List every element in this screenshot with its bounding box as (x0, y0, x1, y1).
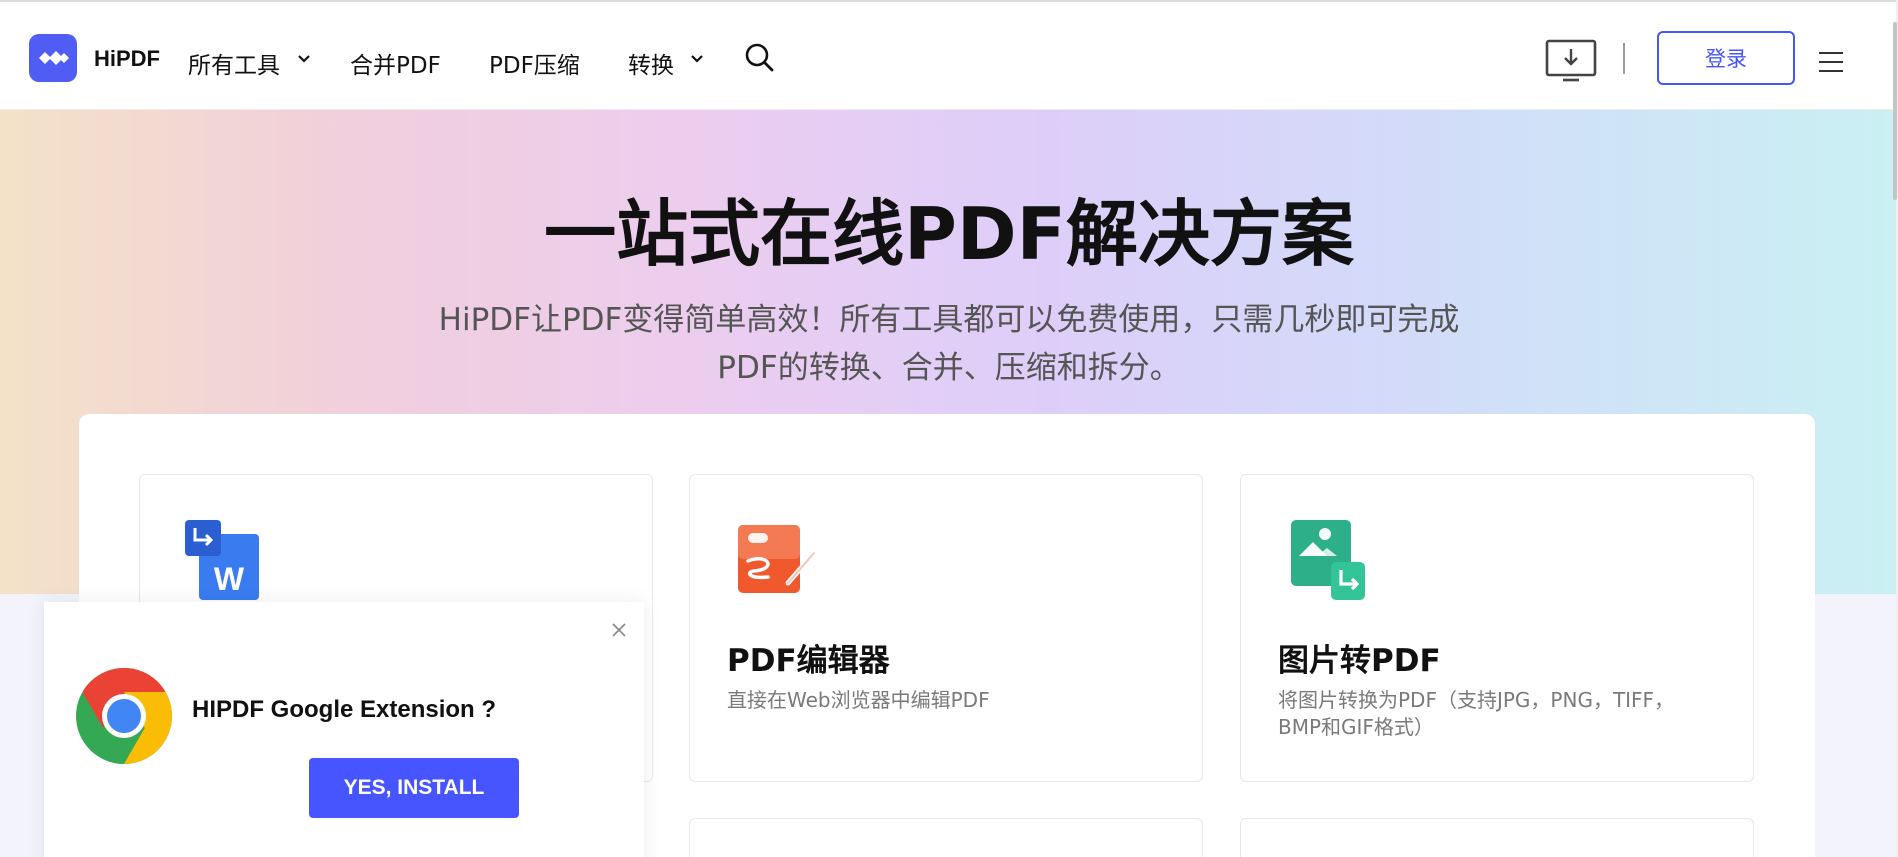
login-button[interactable]: 登录 (1657, 31, 1795, 85)
nav-merge-pdf[interactable]: 合并PDF (350, 46, 441, 80)
tool-card-image-to-pdf[interactable]: 图片转PDF 将图片转换为PDF（支持JPG，PNG，TIFF， BMP和GIF… (1240, 474, 1754, 782)
chevron-down-icon[interactable] (297, 54, 311, 64)
top-navbar: HiPDF 所有工具 合并PDF PDF压缩 转换 登录 (0, 0, 1898, 110)
tool-card[interactable] (1240, 818, 1754, 857)
search-icon[interactable] (744, 42, 776, 74)
desktop-download-icon[interactable] (1545, 39, 1597, 83)
tool-card-description: 将图片转换为PDF（支持JPG，PNG，TIFF， BMP和GIF格式） (1278, 687, 1718, 741)
hero-subtitle-line-1: HiPDF让PDF变得简单高效！所有工具都可以免费使用，只需几秒即可完成 (438, 302, 1460, 338)
nav-compress-pdf[interactable]: PDF压缩 (489, 46, 580, 80)
svg-text:W: W (214, 561, 245, 597)
pdf-editor-icon (738, 525, 817, 593)
tool-card-title: 图片转PDF (1278, 643, 1441, 679)
hipdf-logo-icon[interactable] (29, 34, 77, 82)
hero-title: 一站式在线PDF解决方案 (544, 192, 1354, 276)
chrome-icon (76, 668, 172, 764)
extension-popup: HIPDF Google Extension ? YES, INSTALL (44, 602, 644, 857)
tool-card-pdf-editor[interactable]: PDF编辑器 直接在Web浏览器中编辑PDF (689, 474, 1203, 782)
hero-subtitle-line-2: PDF的转换、合并、压缩和拆分。 (717, 350, 1181, 386)
page: HiPDF 所有工具 合并PDF PDF压缩 转换 登录 一站式在线PDF解决方… (0, 0, 1898, 857)
tool-card-description-line-2: BMP和GIF格式） (1278, 715, 1434, 739)
nav-all-tools[interactable]: 所有工具 (188, 46, 280, 80)
close-icon[interactable] (611, 622, 627, 638)
tool-card-description-line-1: 将图片转换为PDF（支持JPG，PNG，TIFF， (1278, 688, 1675, 712)
install-extension-button[interactable]: YES, INSTALL (309, 758, 519, 818)
hamburger-menu-icon[interactable] (1818, 51, 1844, 73)
scrollbar-thumb[interactable] (1893, 22, 1897, 200)
popup-message: HIPDF Google Extension ? (192, 696, 497, 723)
hero-subtitle: HiPDF让PDF变得简单高效！所有工具都可以免费使用，只需几秒即可完成 PDF… (380, 296, 1518, 392)
tool-card-title: PDF编辑器 (727, 643, 890, 679)
image-to-pdf-icon (1291, 520, 1365, 600)
nav-convert[interactable]: 转换 (628, 46, 674, 80)
header-divider (1623, 43, 1625, 74)
brand-name[interactable]: HiPDF (94, 46, 160, 72)
chevron-down-icon[interactable] (690, 54, 704, 64)
pdf-to-word-icon: W (185, 520, 259, 600)
tool-card[interactable] (689, 818, 1203, 857)
tool-card-description: 直接在Web浏览器中编辑PDF (727, 688, 990, 712)
